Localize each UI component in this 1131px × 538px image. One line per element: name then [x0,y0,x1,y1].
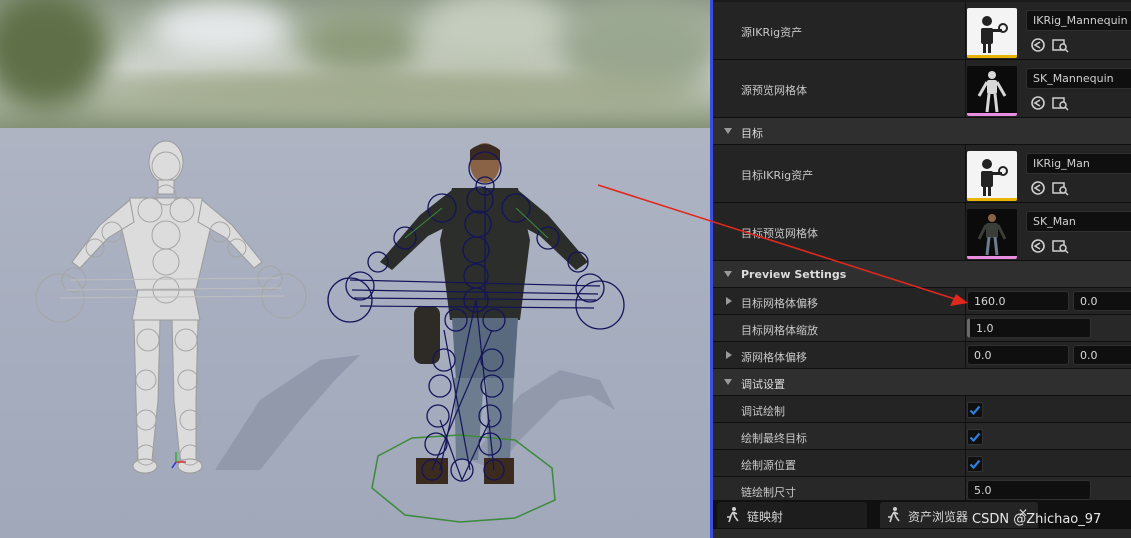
chain-draw-size-row: 链绘制尺寸 5.0 [713,477,1131,500]
draw-final-goal-row: 绘制最终目标 [713,423,1131,450]
use-selected-icon[interactable] [1029,94,1047,112]
source-offset-y-field[interactable]: 0.0 [1073,345,1131,365]
preview-settings-section-header[interactable]: Preview Settings [713,261,1131,288]
browse-asset-icon[interactable] [1051,36,1069,54]
target-section-title: 目标 [741,127,763,140]
preview-settings-title: Preview Settings [741,268,847,281]
draw-final-goal-checkbox[interactable] [967,429,983,445]
target-ikrig-label: 目标IKRig资产 [741,169,814,182]
draw-source-pos-checkbox[interactable] [967,456,983,472]
browse-asset-icon[interactable] [1051,179,1069,197]
source-mesh-offset-row: 源网格体偏移 0.0 0.0 [713,342,1131,369]
watermark-text: CSDN @Zhichao_97 [972,512,1102,527]
target-mesh-offset-label: 目标网格体偏移 [741,297,818,310]
target-offset-x-field[interactable]: 160.0 [967,291,1069,311]
target-mesh-label: 目标预览网格体 [741,227,818,240]
tab-content-strip [713,529,1131,538]
ikrig-person-icon[interactable] [967,8,1017,58]
checkmark-icon [969,432,981,443]
running-person-icon [888,507,900,523]
source-offset-x-field[interactable]: 0.0 [967,345,1069,365]
debug-draw-checkbox[interactable] [967,402,983,418]
source-ikrig-picker[interactable]: IKRig_Mannequin [1026,10,1131,31]
viewport-scene [35,140,625,523]
skeletal-mesh-icon[interactable] [967,66,1017,116]
tab-chain-mapping[interactable]: 链映射 [717,502,867,528]
preview-viewport[interactable] [0,0,712,538]
skeletal-mesh-icon[interactable] [967,209,1017,259]
target-mesh-offset-row: 目标网格体偏移 160.0 0.0 [713,288,1131,315]
source-ikrig-label: 源IKRig资产 [741,26,803,39]
collapse-arrow-icon[interactable] [724,379,732,385]
debug-draw-label: 调试绘制 [741,405,785,418]
target-offset-y-field[interactable]: 0.0 [1073,291,1131,311]
target-scale-slider[interactable]: 1.0 [967,318,1091,338]
character-shadows [215,355,615,470]
browse-asset-icon[interactable] [1051,237,1069,255]
target-mesh-picker[interactable]: SK_Man [1026,211,1131,232]
draw-final-goal-label: 绘制最终目标 [741,432,807,445]
target-ikrig-row: 目标IKRig资产 IKRig_Man [713,145,1131,203]
debug-settings-title: 调试设置 [741,378,785,391]
target-mesh-scale-label: 目标网格体缩放 [741,324,818,337]
details-panel: 源IKRig资产 IKRig_Mannequin 源预览网格体 SK_Manne… [713,0,1131,500]
collapse-arrow-icon[interactable] [724,128,732,134]
source-mesh-offset-label: 源网格体偏移 [741,351,807,364]
target-ikrig-picker[interactable]: IKRig_Man [1026,153,1131,174]
use-selected-icon[interactable] [1029,36,1047,54]
source-mesh-row: 源预览网格体 SK_Mannequin [713,60,1131,118]
use-selected-icon[interactable] [1029,179,1047,197]
expand-arrow-icon[interactable] [726,297,732,305]
use-selected-icon[interactable] [1029,237,1047,255]
source-mesh-picker[interactable]: SK_Mannequin [1026,68,1131,89]
source-mannequin [71,140,263,474]
tab-chain-mapping-label: 链映射 [747,510,784,524]
ikrig-person-icon[interactable] [967,151,1017,201]
browse-asset-icon[interactable] [1051,94,1069,112]
target-mesh-scale-row: 目标网格体缩放 1.0 [713,315,1131,342]
source-ikrig-row: 源IKRig资产 IKRig_Mannequin [713,2,1131,60]
chain-draw-size-field[interactable]: 5.0 [967,480,1091,500]
checkmark-icon [969,405,981,416]
debug-draw-row: 调试绘制 [713,396,1131,423]
checkmark-icon [969,459,981,470]
expand-arrow-icon[interactable] [726,351,732,359]
draw-source-pos-row: 绘制源位置 [713,450,1131,477]
chain-draw-size-label: 链绘制尺寸 [741,486,796,499]
collapse-arrow-icon[interactable] [724,271,732,277]
target-mesh-row: 目标预览网格体 SK_Man [713,203,1131,261]
debug-settings-section-header[interactable]: 调试设置 [713,369,1131,396]
target-section-header[interactable]: 目标 [713,118,1131,145]
draw-source-pos-label: 绘制源位置 [741,459,796,472]
running-person-icon [727,507,739,523]
tab-asset-browser-label: 资产浏览器 [908,510,969,524]
source-mesh-label: 源预览网格体 [741,84,807,97]
